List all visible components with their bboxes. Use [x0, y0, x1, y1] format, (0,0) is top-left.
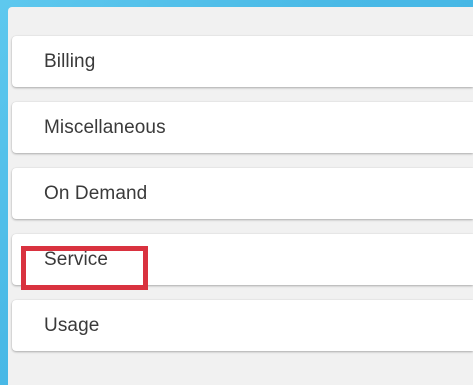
- list-item-label: Service: [44, 249, 109, 270]
- list-item-billing[interactable]: Billing: [12, 36, 473, 87]
- list-item-label: Miscellaneous: [44, 117, 166, 138]
- list-item-label: On Demand: [44, 183, 148, 204]
- list-item-on-demand[interactable]: On Demand: [12, 168, 473, 219]
- list-item-service[interactable]: Service: [12, 234, 473, 285]
- list-item-label: Usage: [44, 315, 100, 336]
- list-item-label: Billing: [44, 51, 96, 72]
- menu-panel: Billing Miscellaneous On Demand Service …: [8, 7, 473, 385]
- list-item-usage[interactable]: Usage: [12, 300, 473, 351]
- list-item-miscellaneous[interactable]: Miscellaneous: [12, 102, 473, 153]
